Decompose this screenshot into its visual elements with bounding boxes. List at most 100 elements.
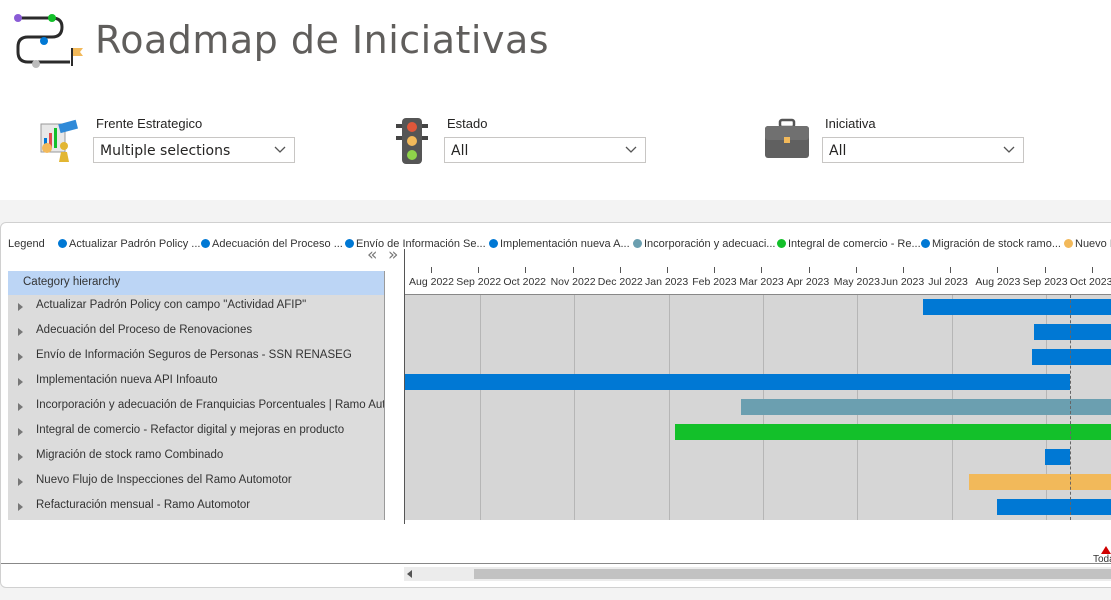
frente-estrategico-dropdown[interactable]: Multiple selections	[93, 137, 295, 163]
timeline-tick	[478, 267, 480, 273]
row-label: Migración de stock ramo Combinado	[36, 449, 224, 461]
frente-estrategico-label: Frente Estrategico	[96, 116, 203, 131]
gantt-bar[interactable]	[405, 374, 1070, 390]
table-row[interactable]: Integral de comercio - Refactor digital …	[8, 420, 384, 445]
divider	[1, 563, 1111, 564]
row-label: Actualizar Padrón Policy con campo "Acti…	[36, 299, 307, 311]
category-rows: Actualizar Padrón Policy con campo "Acti…	[8, 295, 384, 520]
category-hierarchy-header[interactable]: Category hierarchy	[8, 271, 384, 295]
timeline-month-label: Oct 2022	[503, 276, 547, 288]
legend-item-label: Adecuación del Proceso ...	[212, 238, 343, 250]
today-line	[1069, 295, 1071, 520]
legend-item-label: Implementación nueva A...	[500, 238, 630, 250]
legend-title: Legend	[8, 238, 45, 250]
timeline-month-label: Mar 2023	[739, 276, 784, 288]
gantt-bar[interactable]	[923, 299, 1111, 315]
legend-dot	[58, 239, 67, 248]
legend-dot	[345, 239, 354, 248]
iniciativa-value: All	[829, 143, 847, 159]
table-row[interactable]: Refacturación mensual - Ramo Automotor	[8, 495, 384, 520]
collapse-expand-control: « »	[367, 245, 403, 267]
scroll-thumb[interactable]	[474, 569, 1111, 579]
timeline-tick	[1044, 267, 1046, 273]
legend-dot	[201, 239, 210, 248]
estado-value: All	[451, 143, 469, 159]
legend-item-label: Integral de comercio - Re...	[788, 238, 921, 250]
timeline-month-label: Aug 2023	[975, 276, 1021, 288]
legend-item[interactable]: Adecuación del Proceso ...	[201, 238, 343, 250]
timeline-tick	[855, 267, 857, 273]
legend-item[interactable]: Actualizar Padrón Policy ...	[58, 238, 200, 250]
legend-dot	[1064, 239, 1073, 248]
expand-triangle-icon[interactable]	[18, 478, 23, 486]
estado-dropdown[interactable]: All	[444, 137, 646, 163]
gantt-bar[interactable]	[1044, 449, 1070, 465]
iniciativa-label: Iniciativa	[825, 116, 876, 131]
legend-item[interactable]: Migración de stock ramo...	[921, 238, 1061, 250]
table-row[interactable]: Adecuación del Proceso de Renovaciones	[8, 320, 384, 345]
table-row[interactable]: Incorporación y adecuación de Franquicia…	[8, 395, 384, 420]
row-label: Envío de Información Seguros de Personas…	[36, 349, 352, 361]
timeline-month-label: Jun 2023	[881, 276, 925, 288]
table-row[interactable]: Envío de Información Seguros de Personas…	[8, 345, 384, 370]
row-label: Adecuación del Proceso de Renovaciones	[36, 324, 253, 336]
legend-dot	[633, 239, 642, 248]
legend-item-label: Actualizar Padrón Policy ...	[69, 238, 201, 250]
timeline-tick	[997, 267, 999, 273]
timeline-tick	[903, 267, 904, 273]
timeline-month-label: Dec 2022	[597, 276, 643, 288]
expand-triangle-icon[interactable]	[18, 378, 23, 386]
expand-triangle-icon[interactable]	[18, 503, 23, 511]
legend-item[interactable]: Implementación nueva A...	[489, 238, 630, 250]
table-row[interactable]: Nuevo Flujo de Inspecciones del Ramo Aut…	[8, 470, 384, 495]
gantt-visual: Legend Actualizar Padrón Policy ... Adec…	[0, 222, 1111, 588]
expand-triangle-icon[interactable]	[18, 353, 23, 361]
row-label: Refacturación mensual - Ramo Automotor	[36, 499, 251, 511]
chevron-down-icon	[274, 146, 286, 153]
timeline-month-label: Sep 2023	[1022, 276, 1068, 288]
gantt-bar[interactable]	[674, 424, 1111, 440]
scroll-left-arrow-icon[interactable]	[407, 570, 412, 578]
expand-triangle-icon[interactable]	[18, 403, 23, 411]
collapse-button[interactable]: «	[367, 245, 377, 265]
timeline-tick	[667, 267, 668, 273]
row-label: Nuevo Flujo de Inspecciones del Ramo Aut…	[36, 474, 292, 486]
timeline-month-label: Aug 2022	[409, 276, 454, 288]
legend-item[interactable]: Integral de comercio - Re...	[777, 238, 921, 250]
report-header: Roadmap de Iniciativas Frente Estrategic…	[0, 0, 1111, 200]
iniciativa-dropdown[interactable]: All	[822, 137, 1024, 163]
gantt-bar[interactable]	[997, 499, 1111, 515]
timeline-month-label: Feb 2023	[692, 276, 737, 288]
page-title: Roadmap de Iniciativas	[95, 18, 550, 62]
briefcase-icon	[765, 118, 809, 158]
legend-item-label: Incorporación y adecuaci...	[644, 238, 776, 250]
gantt-bar[interactable]	[740, 399, 1111, 415]
traffic-light-icon	[396, 118, 428, 164]
timeline-month-label: Nov 2022	[550, 276, 596, 288]
table-row[interactable]: Migración de stock ramo Combinado	[8, 445, 384, 470]
row-label: Integral de comercio - Refactor digital …	[36, 424, 345, 436]
gantt-bar[interactable]	[1033, 324, 1111, 340]
table-row[interactable]: Implementación nueva API Infoauto	[8, 370, 384, 395]
chevron-down-icon	[1003, 146, 1015, 153]
gantt-bar[interactable]	[969, 474, 1111, 490]
timeline-month-label: Sep 2022	[456, 276, 502, 288]
expand-triangle-icon[interactable]	[18, 328, 23, 336]
expand-triangle-icon[interactable]	[18, 453, 23, 461]
gantt-bar[interactable]	[1032, 349, 1111, 365]
table-row[interactable]: Actualizar Padrón Policy con campo "Acti…	[8, 295, 384, 320]
expand-triangle-icon[interactable]	[18, 428, 23, 436]
horizontal-scrollbar[interactable]	[404, 567, 1111, 581]
legend-item[interactable]: Incorporación y adecuaci...	[633, 238, 775, 250]
frente-estrategico-value: Multiple selections	[100, 143, 231, 159]
expand-button[interactable]: »	[388, 245, 398, 265]
row-label: Incorporación y adecuación de Franquicia…	[36, 399, 384, 411]
gridline	[479, 295, 481, 520]
pane-splitter[interactable]	[384, 271, 385, 520]
roadmap-path-icon	[14, 14, 83, 68]
timeline-month-label: Jan 2023	[645, 276, 689, 288]
timeline-tick	[808, 267, 810, 273]
timeline-tick	[950, 267, 952, 273]
expand-triangle-icon[interactable]	[18, 303, 23, 311]
legend-item[interactable]: Nuevo F	[1064, 238, 1111, 250]
